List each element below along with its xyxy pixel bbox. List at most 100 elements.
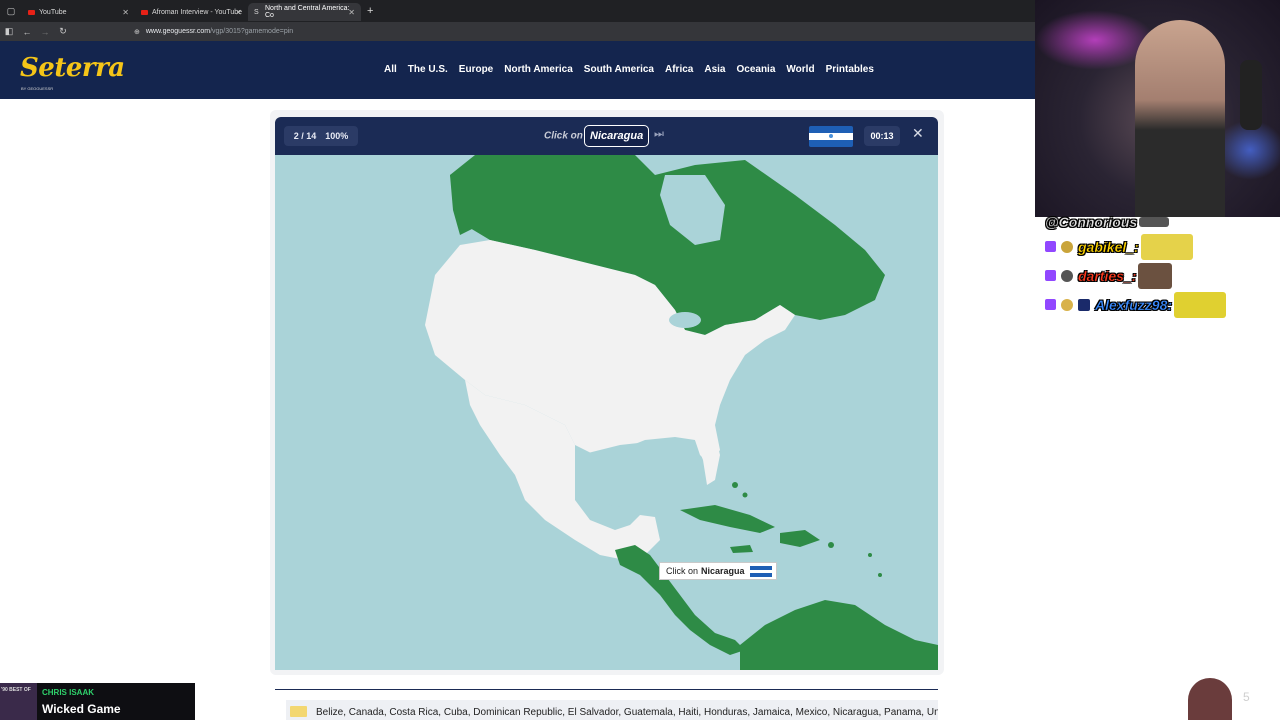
- nav-all[interactable]: All: [384, 64, 397, 75]
- close-tab-icon[interactable]: ✕: [235, 8, 242, 17]
- nav-north-america[interactable]: North America: [504, 64, 573, 75]
- florida-region[interactable]: [695, 435, 720, 485]
- game-toolbar: 2 / 14 100% Click on Nicaragua ⏭ 00:13 ✕: [275, 117, 938, 155]
- artist-name: CHRIS ISAAK: [42, 688, 95, 697]
- twitch-badge-icon: [1045, 241, 1056, 252]
- seterra-favicon-icon: S: [254, 8, 259, 16]
- jamaica-region[interactable]: [730, 545, 753, 553]
- tab-label: YouTube: [39, 8, 67, 16]
- chat-username: Alexfuzz98:: [1095, 296, 1173, 313]
- quiz-map[interactable]: [275, 155, 938, 670]
- tooltip-prefix: Click on: [666, 566, 699, 576]
- sub-badge-icon: [1061, 269, 1073, 282]
- url-path: /vgp/3015?gamemode=pin: [210, 28, 294, 35]
- emote-icon: [1140, 233, 1193, 260]
- nav-africa[interactable]: Africa: [665, 64, 693, 75]
- corner-counter: 5: [1243, 690, 1250, 704]
- tab-menu-icon[interactable]: ▢: [0, 6, 22, 17]
- song-title: Wicked Game: [42, 702, 121, 716]
- streamer-avatar: [1188, 678, 1232, 720]
- sub-badge-icon: [1061, 298, 1073, 311]
- progress-counter: 2 / 14: [293, 131, 317, 141]
- reload-icon[interactable]: ↻: [54, 26, 72, 37]
- chat-message: Alexfuzz98:: [1045, 290, 1275, 319]
- timer: 00:13: [864, 126, 900, 146]
- north-america-map[interactable]: [275, 155, 938, 670]
- chat-message: darties_:: [1045, 261, 1275, 290]
- tab-afroman[interactable]: Afroman Interview - YouTube ✕: [135, 3, 248, 21]
- emote-icon: [1139, 217, 1170, 227]
- logo-text: Seterra: [20, 53, 125, 83]
- emote-icon: [1138, 262, 1173, 289]
- tab-label: North and Central America: Co: [265, 5, 350, 19]
- close-tab-icon[interactable]: ✕: [122, 8, 129, 17]
- webcam-feed: [1035, 0, 1280, 217]
- sidebar-toggle-icon[interactable]: ◧: [0, 26, 18, 37]
- album-art: '90 BEST OF: [0, 683, 37, 720]
- browser-address-bar: ◧ ← → ↻ ⊕ www.geoguessr.com /vgp/3015?ga…: [0, 22, 1035, 41]
- main-nav: All The U.S. Europe North America South …: [384, 64, 874, 75]
- envelope-icon: [290, 706, 307, 717]
- url-host: www.geoguessr.com: [145, 28, 211, 35]
- cursor-tooltip: Click on Nicaragua: [659, 562, 777, 580]
- nav-europe[interactable]: Europe: [459, 64, 493, 75]
- chat-username: darties_:: [1078, 267, 1137, 284]
- target-country: Nicaragua: [584, 125, 650, 147]
- answered-countries-text: Belize, Canada, Costa Rica, Cuba, Domini…: [316, 707, 938, 718]
- seterra-logo[interactable]: Seterra BY GEOGUESSR: [20, 53, 125, 91]
- skip-icon[interactable]: ⏭: [654, 128, 664, 141]
- site-header: Seterra BY GEOGUESSR All The U.S. Europe…: [0, 41, 1035, 99]
- nav-world[interactable]: World: [786, 64, 814, 75]
- tab-seterra[interactable]: S North and Central America: Co ✕: [248, 3, 361, 21]
- tab-youtube[interactable]: YouTube ✕: [22, 3, 135, 21]
- youtube-favicon-icon: [28, 9, 35, 15]
- answered-countries-list: Belize, Canada, Costa Rica, Cuba, Domini…: [286, 700, 938, 720]
- hispaniola-region[interactable]: [780, 530, 820, 547]
- browser-tab-bar: ▢ YouTube ✕ Afroman Interview - YouTube …: [0, 0, 1035, 22]
- nicaragua-flag-icon: [809, 126, 853, 147]
- divider: [275, 689, 938, 690]
- chat-message: @Connorious: [1045, 212, 1275, 232]
- nav-south-america[interactable]: South America: [584, 64, 654, 75]
- album-art-label: '90 BEST OF: [1, 687, 31, 693]
- sub-badge-icon: [1061, 240, 1073, 253]
- chat-username: gabikel_:: [1078, 238, 1139, 255]
- nasa-badge-icon: [1078, 298, 1090, 311]
- close-game-icon[interactable]: ✕: [912, 125, 924, 142]
- url-field[interactable]: ⊕ www.geoguessr.com /vgp/3015?gamemode=p…: [134, 28, 293, 36]
- nav-asia[interactable]: Asia: [704, 64, 725, 75]
- new-tab-icon[interactable]: +: [367, 5, 373, 17]
- caribbean-island: [828, 542, 834, 548]
- twitch-badge-icon: [1045, 270, 1056, 281]
- south-america-region[interactable]: [740, 600, 938, 670]
- caribbean-island: [878, 573, 882, 577]
- nav-printables[interactable]: Printables: [826, 64, 874, 75]
- chat-message: gabikel_:: [1045, 232, 1275, 261]
- streamer: [1135, 20, 1225, 217]
- microphone: [1240, 60, 1262, 130]
- bahamas-island: [742, 492, 748, 498]
- tab-label: Afroman Interview - YouTube: [152, 8, 243, 16]
- tooltip-target: Nicaragua: [701, 566, 745, 576]
- forward-icon[interactable]: →: [36, 27, 54, 37]
- nav-oceania[interactable]: Oceania: [736, 64, 775, 75]
- great-lakes: [669, 312, 701, 328]
- screen: ▢ YouTube ✕ Afroman Interview - YouTube …: [0, 0, 1280, 720]
- score-percent: 100%: [325, 131, 349, 141]
- cuba-region[interactable]: [680, 505, 775, 533]
- emote-icon: [1174, 291, 1227, 318]
- site-info-icon[interactable]: ⊕: [134, 28, 140, 36]
- logo-subtext: BY GEOGUESSR: [21, 86, 54, 91]
- caribbean-island: [868, 553, 872, 557]
- bahamas-island: [732, 482, 738, 488]
- prompt-label: Click on: [544, 130, 583, 142]
- back-icon[interactable]: ←: [18, 27, 36, 37]
- nicaragua-flag-icon: [750, 566, 772, 577]
- progress-score-pill: 2 / 14 100%: [284, 126, 358, 146]
- close-tab-icon[interactable]: ✕: [348, 8, 355, 17]
- nav-the-us[interactable]: The U.S.: [408, 64, 448, 75]
- now-playing-widget: '90 BEST OF CHRIS ISAAK Wicked Game: [0, 683, 195, 720]
- stream-chat: @Connorious gabikel_: darties_: Alexfuzz…: [1045, 212, 1275, 319]
- youtube-favicon-icon: [141, 9, 148, 15]
- twitch-badge-icon: [1045, 299, 1056, 310]
